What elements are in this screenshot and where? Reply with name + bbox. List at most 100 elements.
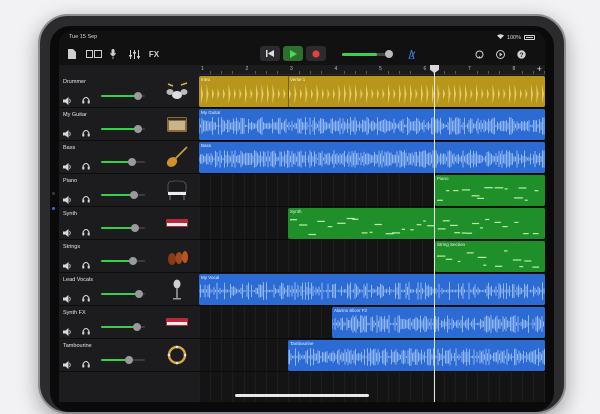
track-header[interactable]: Tambourine: [59, 339, 199, 372]
metronome-icon[interactable]: [404, 46, 418, 62]
bar-number: 1: [201, 66, 204, 72]
track-lane[interactable]: My Vocal: [199, 273, 545, 306]
track-header[interactable]: Bass: [59, 141, 199, 174]
document-icon[interactable]: [65, 46, 79, 62]
region[interactable]: Synth: [288, 208, 545, 239]
view-toggle-icon[interactable]: [85, 46, 103, 62]
rewind-button[interactable]: [260, 46, 280, 61]
headphones-solo-icon[interactable]: [82, 289, 90, 302]
master-volume-slider[interactable]: [342, 53, 386, 56]
headphones-solo-icon[interactable]: [82, 256, 90, 269]
track-header[interactable]: Drummer: [59, 75, 199, 108]
record-button[interactable]: [306, 46, 326, 61]
track-name: Drummer: [63, 79, 86, 85]
track-volume-knob[interactable]: [128, 257, 137, 265]
track-lane[interactable]: Intro Verse 1: [199, 75, 545, 108]
fx-button[interactable]: FX: [147, 46, 161, 62]
track-header[interactable]: Synth FX: [59, 306, 199, 339]
add-section-button[interactable]: +: [537, 65, 542, 74]
track-header[interactable]: Synth: [59, 207, 199, 240]
ruler-tick: [454, 71, 456, 74]
ruler-tick: [499, 71, 501, 74]
track-volume-slider[interactable]: [101, 359, 145, 361]
drum-kit-icon[interactable]: [165, 80, 189, 102]
bar-number: 3: [290, 66, 293, 72]
track-volume-knob[interactable]: [133, 323, 142, 331]
headphones-solo-icon[interactable]: [82, 91, 90, 104]
track-volume-fill: [101, 293, 138, 295]
ruler-tick: [276, 71, 278, 74]
amp-icon[interactable]: [165, 113, 189, 135]
speaker-mute-icon[interactable]: [63, 92, 72, 105]
headphones-solo-icon[interactable]: [82, 322, 90, 335]
track-volume-knob[interactable]: [129, 191, 138, 199]
region[interactable]: Alarms Slicer F2: [332, 307, 545, 338]
headphones-solo-icon[interactable]: [82, 157, 90, 170]
microphone-icon[interactable]: [165, 278, 189, 300]
track-lane[interactable]: Synth: [199, 207, 545, 240]
track-volume-knob[interactable]: [130, 224, 139, 232]
status-bar: Tue 15 Sep 100%: [59, 31, 545, 43]
track-header[interactable]: Strings: [59, 240, 199, 273]
speaker-mute-icon[interactable]: [63, 356, 72, 369]
ruler-tick: [265, 71, 267, 74]
mixer-icon[interactable]: [127, 46, 141, 62]
track-header[interactable]: Lead Vocals: [59, 273, 199, 306]
settings-icon[interactable]: [494, 46, 506, 62]
region[interactable]: My Vocal: [199, 274, 545, 305]
track-lane[interactable]: String Section: [199, 240, 545, 273]
ruler-tick: [321, 71, 323, 74]
region[interactable]: Intro Verse 1: [199, 76, 545, 107]
playhead[interactable]: [434, 65, 435, 402]
track-volume-knob[interactable]: [134, 92, 143, 100]
region[interactable]: Tambourine: [288, 340, 545, 371]
speaker-mute-icon[interactable]: [63, 323, 72, 336]
violin-icon[interactable]: [165, 245, 189, 267]
synth-keyboard-icon[interactable]: [165, 212, 189, 234]
track-volume-knob[interactable]: [135, 290, 144, 298]
track-headers: Drummer My Guitar Bass Piano Synth Strings Lea…: [59, 65, 199, 402]
bass-guitar-icon[interactable]: [165, 146, 189, 168]
track-volume-slider[interactable]: [101, 194, 145, 196]
help-icon[interactable]: ?: [515, 46, 527, 62]
headphones-solo-icon[interactable]: [82, 355, 90, 368]
track-volume-knob[interactable]: [125, 356, 134, 364]
bar-number: 5: [379, 66, 382, 72]
speaker-mute-icon[interactable]: [63, 224, 72, 237]
region[interactable]: String Section: [435, 241, 545, 272]
headphones-solo-icon[interactable]: [82, 223, 90, 236]
track-lane[interactable]: Tambourine: [199, 339, 545, 372]
speaker-mute-icon[interactable]: [63, 125, 72, 138]
track-volume-slider[interactable]: [101, 161, 145, 163]
headphones-solo-icon[interactable]: [82, 190, 90, 203]
ruler-tick: [488, 71, 490, 74]
track-lane[interactable]: Alarms Slicer F2: [199, 306, 545, 339]
microphone-icon[interactable]: [107, 46, 119, 62]
track-name: Synth FX: [63, 310, 86, 316]
play-button[interactable]: [283, 46, 303, 61]
loop-icon[interactable]: [473, 46, 485, 62]
region[interactable]: Bass: [199, 142, 545, 173]
speaker-mute-icon[interactable]: [63, 158, 72, 171]
region[interactable]: Piano: [435, 175, 545, 206]
track-lane[interactable]: Piano: [199, 174, 545, 207]
track-lane[interactable]: My Guitar: [199, 108, 545, 141]
track-volume-slider[interactable]: [101, 260, 145, 262]
track-lane[interactable]: Bass: [199, 141, 545, 174]
track-volume-knob[interactable]: [127, 158, 136, 166]
battery-percent: 100%: [506, 34, 521, 41]
track-volume-knob[interactable]: [134, 125, 143, 133]
bar-ruler[interactable]: + 1 2 3 4 5 6 7 8: [199, 65, 545, 75]
headphones-solo-icon[interactable]: [82, 124, 90, 137]
region[interactable]: My Guitar: [199, 109, 545, 140]
synth-keyboard-icon[interactable]: [165, 311, 189, 333]
speaker-mute-icon[interactable]: [63, 191, 72, 204]
tambourine-icon[interactable]: [165, 344, 189, 366]
track-name: My Guitar: [63, 112, 87, 118]
track-header[interactable]: My Guitar: [59, 108, 199, 141]
speaker-mute-icon[interactable]: [63, 257, 72, 270]
grand-piano-icon[interactable]: [165, 179, 189, 201]
speaker-mute-icon[interactable]: [63, 290, 72, 303]
track-header[interactable]: Piano: [59, 174, 199, 207]
master-volume-knob[interactable]: [385, 50, 393, 58]
